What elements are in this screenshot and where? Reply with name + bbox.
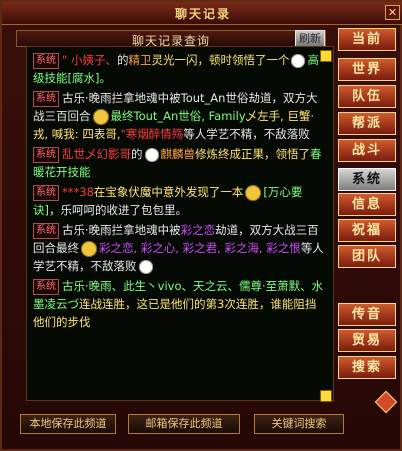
channel-button-6[interactable]: 系统 — [338, 168, 396, 191]
system-tag: 系统 — [33, 52, 59, 69]
chat-log[interactable]: 系统 " 小姨子、的精卫灵光一闪，顿时领悟了一个 高级技能[腐水]。 系统 古乐·晚雨拦… — [26, 46, 334, 401]
channel-button-12[interactable]: 搜索 — [338, 356, 396, 379]
channel-button-11[interactable]: 贸易 — [338, 329, 396, 352]
chat-message: 系统 ***38在宝象伏魔中意外发现了一本 [万心要诀]，乐呵呵的收进了包包里。 — [33, 183, 327, 219]
message-text: 古乐·晚雨拦拿地魂中被 — [62, 223, 181, 237]
system-tag: 系统 — [33, 184, 59, 201]
bottom-button-2[interactable]: 邮箱保存此频道 — [128, 414, 240, 434]
message-text: 修炼终成正果，领悟了 — [195, 147, 310, 161]
message-text: 乱世乄幻影哥 — [62, 147, 131, 161]
chat-history-query-header: 聊天记录查询 — [16, 30, 326, 48]
message-text: 的 — [131, 147, 143, 161]
channel-button-3[interactable]: 队伍 — [338, 85, 396, 108]
refresh-button[interactable]: 刷新 — [295, 30, 325, 47]
channel-button-8[interactable]: 祝福 — [338, 219, 396, 242]
bottom-button-1[interactable]: 本地保存此频道 — [20, 414, 116, 434]
channel-button-10[interactable]: 传音 — [338, 303, 396, 326]
system-tag: 系统 — [33, 222, 59, 239]
chat-message: 系统 古乐·晚雨拦拿地魂中被Tout_An世俗劫道，双方大战三百回合 最终Tout_… — [33, 89, 327, 143]
chat-message: 系统 乱世乄幻影哥的 麒麟兽修炼终成正果，领悟了春暖花开技能 — [33, 145, 327, 181]
message-text: 的 — [116, 53, 129, 67]
channel-button-5[interactable]: 战斗 — [338, 139, 396, 162]
message-text: "寒烟醉情殇 — [120, 127, 184, 141]
message-text: 灵光一闪，顿时领悟了一个 — [151, 53, 290, 67]
message-text: 最终 — [56, 241, 79, 255]
bottom-actions: 本地保存此频道 邮箱保存此频道 关键词搜索 — [16, 414, 391, 436]
window-title: 聊天记录 — [174, 7, 231, 21]
emoticon-icon — [138, 259, 153, 274]
message-text: ，乐呵呵的收进了包包里。 — [49, 203, 187, 217]
title-bar: 聊天记录 ✕ — [2, 2, 402, 25]
message-text: 精卫 — [128, 53, 152, 67]
face-icon — [245, 184, 262, 201]
message-text: 彩之恋 — [180, 223, 216, 237]
channel-button-2[interactable]: 世界 — [338, 58, 396, 81]
emoticon-icon — [144, 147, 159, 162]
message-text: " 小姨子、 — [62, 53, 117, 67]
message-text: ***38 — [62, 185, 94, 199]
system-tag: 系统 — [33, 90, 59, 107]
close-icon: ✕ — [387, 6, 398, 19]
close-button[interactable]: ✕ — [385, 5, 400, 20]
settings-gem-icon[interactable] — [374, 390, 398, 414]
chat-message: 系统 " 小姨子、的精卫灵光一闪，顿时领悟了一个 高级技能[腐水]。 — [33, 51, 327, 87]
message-text: 彩之恋, 彩之心, 彩之君, 彩之海, 彩之恨 — [99, 241, 301, 255]
scroll-up-icon[interactable] — [320, 50, 332, 62]
chat-history-window: 聊天记录 ✕ 聊天记录查询 刷新 系统 " 小姨子、的精卫灵光一闪，顿时领悟了一个… — [0, 0, 402, 451]
scroll-down-icon[interactable] — [320, 390, 332, 402]
message-text: 等人学艺不精，不敌落败 — [183, 127, 310, 141]
channel-button-7[interactable]: 信息 — [338, 193, 396, 216]
message-text: 最终Tout_An世俗, Family — [110, 109, 246, 123]
message-text: 在宝象伏魔中意外发现了一本 — [93, 185, 244, 199]
system-tag: 系统 — [33, 146, 59, 163]
bottom-button-3[interactable]: 关键词搜索 — [254, 414, 344, 434]
system-tag: 系统 — [33, 278, 59, 295]
face-icon — [92, 108, 109, 125]
emoticon-icon — [291, 53, 306, 68]
message-text: 麒麟兽 — [160, 147, 196, 161]
channel-button-9[interactable]: 团队 — [338, 245, 396, 268]
channel-button-1[interactable]: 当前 — [338, 28, 396, 51]
chat-message: 系统 古乐·晚雨、此生丶vivo、天之云、儒尊·至萧默、水墨凌云づ连战连胜，这已是… — [33, 277, 327, 331]
chat-message: 系统 古乐·晚雨拦拿地魂中被彩之恋劫道，双方大战三百回合最终 彩之恋, 彩之心, 彩… — [33, 221, 327, 275]
face-icon — [81, 240, 97, 257]
channel-button-4[interactable]: 帮派 — [338, 112, 396, 135]
